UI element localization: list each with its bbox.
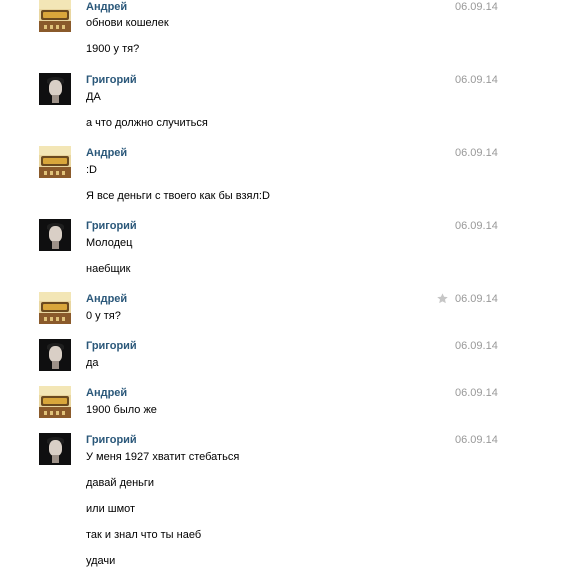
message-time[interactable]: 06.09.14 — [455, 219, 498, 233]
avatar[interactable] — [39, 0, 71, 32]
avatar-part — [39, 146, 71, 155]
message-text: наебщик — [86, 263, 131, 275]
avatar[interactable] — [39, 292, 71, 324]
author-name[interactable]: Григорий — [86, 73, 137, 87]
avatar-part — [43, 12, 67, 18]
avatar-part — [44, 171, 66, 175]
message-text: ДА — [86, 91, 101, 103]
message-time[interactable]: 06.09.14 — [455, 386, 498, 400]
message-time[interactable]: 06.09.14 — [455, 0, 498, 14]
avatar-part — [49, 346, 62, 362]
message-text: давай деньги — [86, 477, 155, 489]
avatar-part — [39, 292, 71, 301]
message-text: :D — [86, 164, 97, 176]
author-name[interactable]: Андрей — [86, 386, 127, 400]
avatar-part — [44, 317, 66, 321]
message-text: обнови кошелек — [86, 17, 169, 29]
author-name[interactable]: Андрей — [86, 0, 127, 14]
avatar-part — [49, 226, 62, 242]
avatar-part — [49, 440, 62, 456]
message-text: Молодец — [86, 237, 133, 249]
author-name[interactable]: Андрей — [86, 146, 127, 160]
message-text: удачи — [86, 555, 116, 567]
message-time[interactable]: 06.09.14 — [455, 73, 498, 87]
avatar-part — [52, 241, 59, 249]
avatar-part — [43, 304, 67, 310]
message-time[interactable]: 06.09.14 — [455, 433, 498, 447]
star-icon[interactable] — [436, 292, 449, 305]
author-name[interactable]: Григорий — [86, 339, 137, 353]
message-text: 1900 у тя? — [86, 43, 140, 55]
message-text: 1900 было же — [86, 404, 157, 416]
avatar-part — [43, 158, 67, 164]
message-time[interactable]: 06.09.14 — [455, 146, 498, 160]
avatar[interactable] — [39, 73, 71, 105]
message-text: так и знал что ты наеб — [86, 529, 202, 541]
avatar[interactable] — [39, 339, 71, 371]
author-name[interactable]: Григорий — [86, 433, 137, 447]
avatar-part — [52, 361, 59, 369]
message-text: или шмот — [86, 503, 136, 515]
avatar-part — [44, 25, 66, 29]
avatar-part — [43, 398, 67, 404]
message-text: 0 у тя? — [86, 310, 121, 322]
message-text: а что должно случиться — [86, 117, 208, 129]
message-text: У меня 1927 хватит стебаться — [86, 451, 240, 463]
avatar-part — [39, 0, 71, 9]
avatar-part — [52, 95, 59, 103]
message-text: да — [86, 357, 99, 369]
avatar[interactable] — [39, 146, 71, 178]
avatar-part — [49, 80, 62, 96]
avatar[interactable] — [39, 386, 71, 418]
avatar[interactable] — [39, 433, 71, 465]
avatar-part — [39, 386, 71, 395]
author-name[interactable]: Григорий — [86, 219, 137, 233]
message-text: Я все деньги с твоего как бы взял:D — [86, 190, 270, 202]
avatar-part — [44, 411, 66, 415]
message-time[interactable]: 06.09.14 — [455, 292, 498, 306]
avatar-part — [52, 455, 59, 463]
author-name[interactable]: Андрей — [86, 292, 127, 306]
message-time[interactable]: 06.09.14 — [455, 339, 498, 353]
avatar[interactable] — [39, 219, 71, 251]
